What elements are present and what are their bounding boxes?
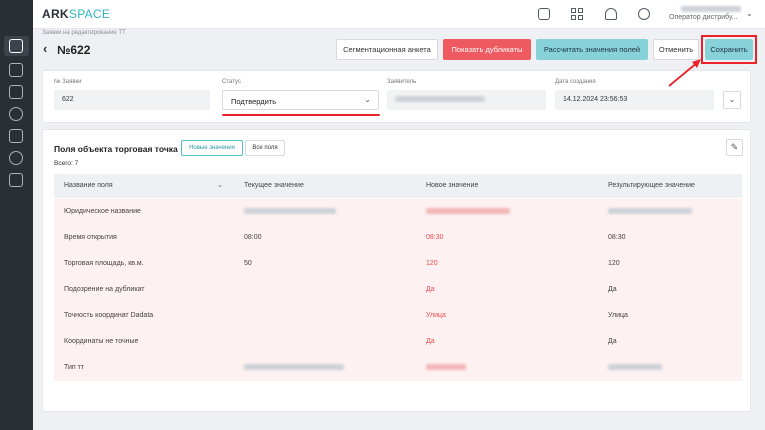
table-row: Подозрение на дубликат Да Да <box>54 277 742 303</box>
status-highlight-underline <box>222 114 380 116</box>
top-bar: ARKSPACE Оператор дистрибу... ⌄ <box>33 0 765 29</box>
row-current-blurred <box>244 364 344 372</box>
tab-all-fields[interactable]: Все поля <box>245 140 285 156</box>
user-role: Оператор дистрибу... <box>669 14 738 21</box>
apps-grid-icon[interactable] <box>571 8 583 20</box>
row-new: 120 <box>426 260 438 267</box>
sidebar-chart-icon[interactable] <box>9 107 23 121</box>
breadcrumb[interactable]: Заявки на редактирование ТТ <box>42 30 126 36</box>
row-result-blurred <box>608 208 692 216</box>
user-chevron-icon[interactable]: ⌄ <box>746 9 753 18</box>
section-title: Поля объекта торговая точка <box>54 144 178 154</box>
status-select[interactable]: Подтвердить ⌄ <box>222 90 379 110</box>
request-no-field: 622 <box>54 90 210 110</box>
table-row: Юридическое название <box>54 199 742 225</box>
table-row: Торговая площадь, кв.м. 50 120 120 <box>54 251 742 277</box>
compass-icon[interactable] <box>638 8 650 20</box>
table-row: Точность координат Dadata Улица Улица <box>54 303 742 329</box>
row-result-blurred <box>608 364 662 372</box>
save-button[interactable]: Сохранить <box>705 39 753 60</box>
row-result: Да <box>608 286 617 293</box>
bell-icon[interactable] <box>605 8 617 20</box>
cancel-button[interactable]: Отменить <box>653 39 699 60</box>
status-value: Подтвердить <box>231 97 277 106</box>
row-field-name: Торговая площадь, кв.м. <box>64 260 144 267</box>
row-field-name: Точность координат Dadata <box>64 312 154 319</box>
row-result: 120 <box>608 260 620 267</box>
chevron-down-icon: ⌄ <box>364 95 371 104</box>
sidebar-globe-icon[interactable] <box>9 151 23 165</box>
col-current: Текущее значение <box>244 182 304 189</box>
row-field-name: Тип тт <box>64 364 85 371</box>
sidebar-requests-icon[interactable] <box>9 39 23 53</box>
row-new: Да <box>426 338 435 345</box>
row-field-name: Подозрение на дубликат <box>64 286 145 293</box>
row-new-blurred <box>426 208 510 216</box>
user-menu[interactable]: Оператор дистрибу... <box>669 6 743 21</box>
row-current-blurred <box>244 208 336 216</box>
row-current: 50 <box>244 260 252 267</box>
user-name-blurred <box>681 6 741 12</box>
edit-pencil-icon[interactable]: ✎ <box>726 139 743 156</box>
row-result: 08:30 <box>608 234 626 241</box>
row-new: Да <box>426 286 435 293</box>
row-field-name: Координаты не точные <box>64 338 139 345</box>
table-row: Координаты не точные Да Да <box>54 329 742 355</box>
column-chevron-icon[interactable]: ⌄ <box>217 181 223 189</box>
sidebar <box>0 0 33 430</box>
row-result: Да <box>608 338 617 345</box>
show-duplicates-button[interactable]: Показать дубликаты <box>443 39 531 60</box>
row-new: Улица <box>426 312 446 319</box>
segmentation-button[interactable]: Сегментационная анкета <box>336 39 438 60</box>
created-label: Дата создания <box>555 79 596 85</box>
row-new: 08:30 <box>426 234 444 241</box>
back-arrow-icon[interactable]: ‹ <box>43 41 47 56</box>
translate-icon[interactable] <box>538 8 550 20</box>
sidebar-panel-icon[interactable] <box>9 85 23 99</box>
row-new-blurred <box>426 364 466 372</box>
sidebar-layers-icon[interactable] <box>9 129 23 143</box>
sidebar-database-icon[interactable] <box>9 63 23 77</box>
col-field-name[interactable]: Название поля <box>64 182 113 189</box>
total-count: Всего: 7 <box>54 160 79 167</box>
expand-chevrons-icon[interactable]: ⌄ <box>723 91 741 109</box>
row-field-name: Время открытия <box>64 234 117 241</box>
calculate-fields-button[interactable]: Рассчитать значения полей <box>536 39 648 60</box>
content: Заявки на редактирование ТТ ‹ №622 Сегме… <box>33 29 765 430</box>
table-row: Тип тт <box>54 355 742 381</box>
row-result: Улица <box>608 312 628 319</box>
created-field: 14.12.2024 23:56:53 <box>555 90 714 110</box>
col-new: Новое значение <box>426 182 479 189</box>
tab-new-values[interactable]: Новые значения <box>181 140 243 156</box>
page-title: №622 <box>57 43 91 57</box>
col-result: Результирующее значение <box>608 182 695 189</box>
request-no-label: № Заявки <box>54 79 82 85</box>
sidebar-calendar-icon[interactable] <box>9 173 23 187</box>
row-field-name: Юридическое название <box>64 208 141 215</box>
applicant-field <box>387 90 546 110</box>
row-current: 08:00 <box>244 234 262 241</box>
logo[interactable]: ARKSPACE <box>42 7 110 21</box>
applicant-label: Заявитель <box>387 79 417 85</box>
status-label: Статус <box>222 79 241 85</box>
table-row: Время открытия 08:00 08:30 08:30 <box>54 225 742 251</box>
table-header: Название поля ⌄ Текущее значение Новое з… <box>54 174 742 198</box>
